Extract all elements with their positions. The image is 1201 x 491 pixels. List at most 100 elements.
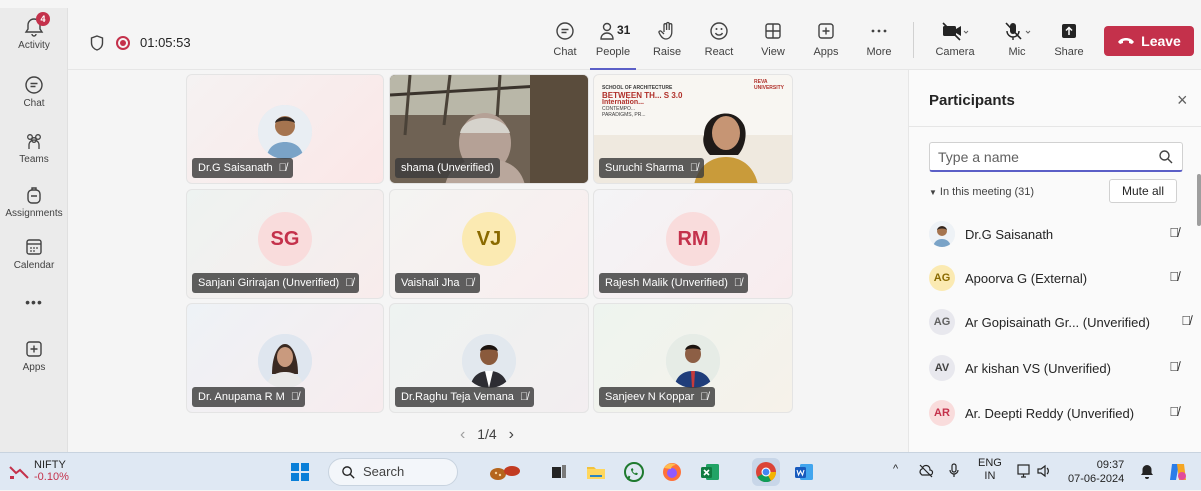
system-clock[interactable]: 09:37 07-06-2024 (1068, 458, 1124, 486)
rail-apps[interactable]: Apps (0, 338, 68, 373)
participants-panel: Participants × Type a name ▼ In this meet… (908, 70, 1201, 452)
slide-logo: REVA UNIVERSITY (754, 79, 785, 91)
avatar (258, 105, 312, 159)
network-icon[interactable] (1016, 463, 1032, 479)
participant-name-tag: Dr.Raghu Teja Vemana 🎙̸ (395, 387, 535, 407)
participant-row[interactable]: AG Ar Gopisainath Gr... (Unverified) 🎙̸ (929, 308, 1191, 336)
share-button[interactable]: Share (1046, 20, 1092, 58)
view-button[interactable]: View (750, 20, 796, 58)
avatar (929, 221, 955, 247)
close-panel-button[interactable]: × (1177, 90, 1188, 111)
camera-button[interactable]: Camera (926, 20, 984, 58)
file-explorer-icon[interactable] (584, 460, 608, 484)
rail-teams-label: Teams (19, 154, 49, 165)
participant-tile[interactable]: VJ Vaishali Jha 🎙̸ (389, 189, 589, 299)
chat-button[interactable]: Chat (542, 20, 588, 58)
participant-row[interactable]: AG Apoorva G (External) 🎙̸ (929, 264, 1191, 292)
mic-off-icon: 🎙̸ (290, 391, 300, 403)
participant-row[interactable]: Dr.G Saisanath 🎙̸ (929, 220, 1191, 248)
people-button[interactable]: 31 People (590, 20, 636, 70)
participant-tile[interactable]: RM Rajesh Malik (Unverified) 🎙̸ (593, 189, 793, 299)
rail-chat-label: Chat (23, 98, 45, 109)
rail-apps-label: Apps (22, 362, 46, 373)
caret-down-icon: ▼ (929, 188, 937, 197)
firefox-icon[interactable] (660, 460, 684, 484)
avatar (666, 334, 720, 388)
grid-view-icon (765, 23, 781, 39)
participant-search-input[interactable]: Type a name (929, 142, 1183, 172)
task-view-icon[interactable] (547, 460, 571, 484)
word-icon[interactable] (792, 460, 816, 484)
mic-button[interactable]: Mic (988, 20, 1046, 58)
participant-tile[interactable]: Dr.G Saisanath 🎙̸ (186, 74, 384, 184)
more-dots-icon (871, 29, 887, 33)
react-button-label: React (704, 46, 734, 58)
plus-square-icon (818, 23, 834, 39)
hand-icon (658, 21, 673, 40)
participant-tile[interactable]: SG Sanjani Girirajan (Unverified) 🎙̸ (186, 189, 384, 299)
plus-square-icon (23, 338, 45, 360)
shield-icon[interactable] (90, 35, 104, 51)
share-icon (1062, 24, 1076, 38)
panel-scrollbar[interactable] (1197, 174, 1201, 226)
mic-off-icon: 🎙̸ (1169, 404, 1179, 419)
apps-button[interactable]: Apps (803, 20, 849, 58)
mic-off-icon: 🎙̸ (1181, 313, 1191, 328)
chrome-icon[interactable] (752, 458, 780, 486)
rail-more-button[interactable]: ••• (0, 294, 68, 310)
page-indicator: 1/4 (477, 426, 497, 442)
participant-tile[interactable]: SCHOOL OF ARCHITECTURE BETWEEN TH... S 3… (593, 74, 793, 184)
mute-all-button[interactable]: Mute all (1109, 179, 1177, 203)
more-button[interactable]: More (856, 20, 902, 58)
mic-off-icon: 🎙̸ (519, 391, 529, 403)
rail-calendar[interactable]: Calendar (0, 236, 68, 271)
react-button[interactable]: React (696, 20, 742, 58)
mic-off-icon: 🎙̸ (1169, 269, 1179, 284)
panel-title: Participants (929, 92, 1015, 109)
start-button[interactable] (291, 463, 309, 481)
prev-page-button[interactable]: ‹ (460, 426, 465, 443)
taskbar-search[interactable]: Search (328, 458, 458, 486)
copilot-icon[interactable] (1166, 460, 1190, 484)
notification-bell-icon[interactable] (1140, 464, 1154, 480)
participant-row[interactable]: AV Ar kishan VS (Unverified) 🎙̸ (929, 354, 1191, 382)
meeting-toolbar: 01:05:53 Chat 31 People Raise React View… (68, 8, 1201, 70)
excel-icon[interactable] (698, 460, 722, 484)
search-highlight-icon[interactable] (488, 460, 520, 484)
teams-window: 4 Activity Chat Teams Assignments Calend… (0, 0, 1201, 490)
participant-row[interactable]: AR Ar. Deepti Reddy (Unverified) 🎙̸ (929, 399, 1191, 427)
video-gallery: Dr.G Saisanath 🎙̸ shama (Unverified) SCH… (68, 70, 908, 452)
avatar-initials: AG (929, 309, 955, 335)
rail-assignments[interactable]: Assignments (0, 184, 68, 219)
avatar-initials: AV (929, 355, 955, 381)
rail-activity[interactable]: 4 Activity (0, 12, 68, 51)
participant-tile[interactable]: Dr. Anupama R M 🎙̸ (186, 303, 384, 413)
show-hidden-icons-button[interactable]: ^ (893, 463, 898, 475)
mic-off-icon: 🎙̸ (1169, 359, 1179, 374)
microphone-icon[interactable] (948, 463, 960, 479)
participant-tile[interactable]: Dr.Raghu Teja Vemana 🎙̸ (389, 303, 589, 413)
backpack-icon (23, 184, 45, 206)
rail-teams[interactable]: Teams (0, 130, 68, 165)
volume-icon[interactable] (1036, 463, 1052, 479)
leave-button[interactable]: Leave (1104, 26, 1194, 56)
chat-icon (556, 22, 574, 40)
rail-assignments-label: Assignments (5, 208, 63, 219)
stock-widget[interactable]: NIFTY -0.10% (8, 459, 69, 483)
participant-tile[interactable]: Sanjeev N Koppar 🎙̸ (593, 303, 793, 413)
in-meeting-header[interactable]: ▼ In this meeting (31) (929, 186, 1034, 198)
raise-hand-button[interactable]: Raise (644, 20, 690, 58)
cloud-sync-icon[interactable] (918, 463, 934, 479)
rail-activity-label: Activity (18, 40, 50, 51)
mic-off-icon (1005, 22, 1031, 40)
participant-tile[interactable]: shama (Unverified) (389, 74, 589, 184)
whatsapp-icon[interactable] (622, 460, 646, 484)
rail-chat[interactable]: Chat (0, 74, 68, 109)
participant-name-tag: Sanjeev N Koppar 🎙̸ (599, 387, 715, 407)
language-indicator[interactable]: ENG IN (978, 457, 1002, 483)
next-page-button[interactable]: › (509, 426, 514, 443)
view-button-label: View (761, 46, 785, 58)
participant-name-tag: Dr.G Saisanath 🎙̸ (192, 158, 293, 178)
participant-name-tag: Dr. Anupama R M 🎙̸ (192, 387, 306, 407)
bell-icon: 4 (23, 12, 50, 38)
